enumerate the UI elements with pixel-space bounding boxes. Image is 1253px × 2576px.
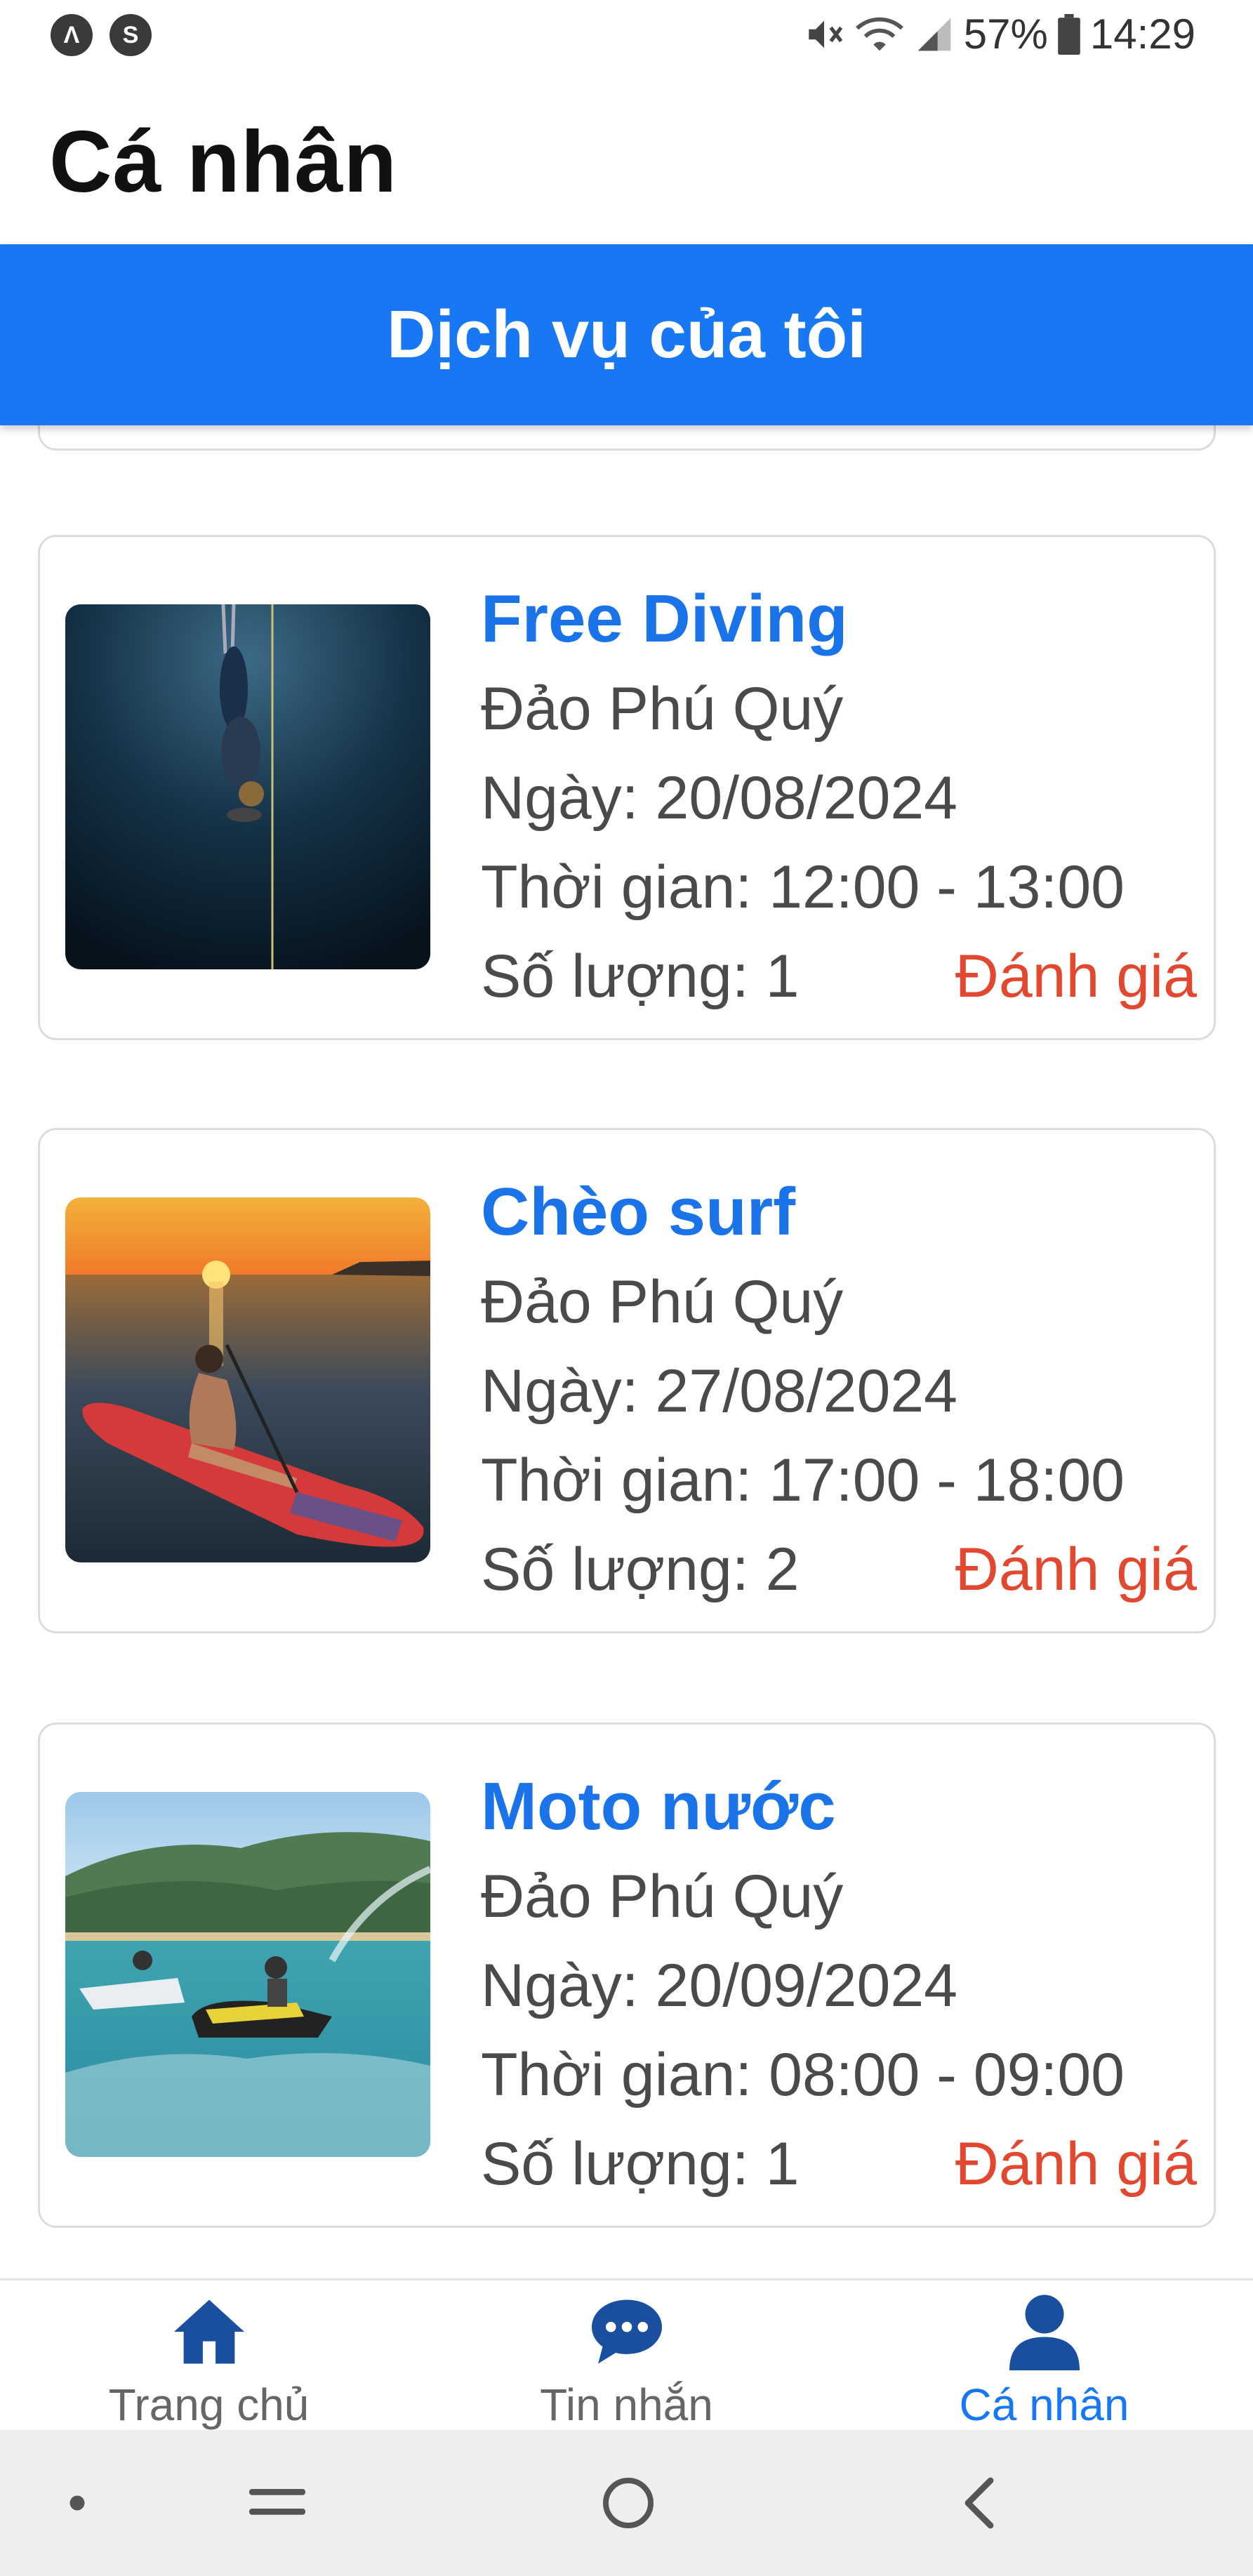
back-button[interactable] [934, 2430, 1025, 2576]
rate-button[interactable]: Đánh giá [955, 2120, 1197, 2209]
page-title: Cá nhân [49, 114, 398, 211]
signal-icon [917, 18, 951, 51]
service-card-partial[interactable] [38, 425, 1216, 451]
wifi-icon [855, 17, 903, 51]
system-nav-bar [0, 2430, 1253, 2576]
service-name: Free Diving [481, 581, 848, 656]
home-circle-icon [603, 2478, 654, 2528]
dot-icon [69, 2495, 85, 2511]
nav-item-profile[interactable]: Cá nhân [835, 2280, 1253, 2432]
service-location: Đảo Phú Quý [481, 1863, 844, 1930]
free-diving-photo [65, 604, 430, 969]
mute-icon [809, 20, 843, 48]
home-system-button[interactable] [583, 2430, 674, 2576]
jet-ski-photo [65, 1792, 430, 2157]
service-time: Thời gian: 12:00 - 13:00 [481, 854, 1125, 921]
bottom-nav: Trang chủ Tin nhắn Cá nhân [0, 2278, 1253, 2430]
app-header: Cá nhân [0, 70, 1253, 244]
nav-item-messages[interactable]: Tin nhắn [418, 2280, 835, 2432]
service-date: Ngày: 20/09/2024 [481, 1952, 957, 2019]
shazam-notification-icon: S [110, 14, 152, 56]
person-icon [1009, 2295, 1080, 2370]
home-icon [173, 2299, 244, 2364]
battery-percent: 57% [963, 11, 1048, 58]
service-date: Ngày: 27/08/2024 [481, 1357, 957, 1425]
section-banner: Dịch vụ của tôi [0, 244, 1253, 425]
service-name: Chèo surf [481, 1174, 796, 1249]
nav-label: Cá nhân [959, 2379, 1129, 2430]
chat-icon [591, 2299, 662, 2364]
banner-title: Dịch vụ của tôi [387, 297, 866, 372]
clock: 14:29 [1089, 11, 1195, 58]
rate-button[interactable]: Đánh giá [955, 932, 1197, 1021]
app-notification-icon: Λ [51, 14, 93, 56]
service-card[interactable]: Chèo surf Đảo Phú Quý Ngày: 27/08/2024 T… [38, 1128, 1216, 1633]
service-list[interactable]: Free Diving Đảo Phú Quý Ngày: 20/08/2024… [0, 425, 1253, 2278]
nav-label: Tin nhắn [540, 2379, 713, 2430]
status-bar: Λ S 57% 14:29 [0, 0, 1253, 70]
service-card[interactable]: Moto nước Đảo Phú Quý Ngày: 20/09/2024 T… [38, 1722, 1216, 2228]
service-time: Thời gian: 08:00 - 09:00 [481, 2041, 1125, 2109]
service-card[interactable]: Free Diving Đảo Phú Quý Ngày: 20/08/2024… [38, 535, 1216, 1040]
service-date: Ngày: 20/08/2024 [481, 764, 957, 832]
nav-dot-button[interactable] [42, 2430, 112, 2576]
service-location: Đảo Phú Quý [481, 675, 844, 743]
recent-apps-button[interactable] [232, 2430, 323, 2576]
nav-item-home[interactable]: Trang chủ [0, 2280, 418, 2432]
rate-button[interactable]: Đánh giá [955, 1525, 1197, 1614]
paddle-surf-photo [65, 1197, 430, 1562]
back-chevron-icon [964, 2477, 994, 2529]
nav-label: Trang chủ [108, 2379, 310, 2430]
service-location: Đảo Phú Quý [481, 1268, 844, 1336]
service-name: Moto nước [481, 1769, 836, 1844]
recent-apps-icon [249, 2489, 305, 2515]
service-time: Thời gian: 17:00 - 18:00 [481, 1447, 1125, 1514]
battery-icon [1058, 13, 1080, 55]
